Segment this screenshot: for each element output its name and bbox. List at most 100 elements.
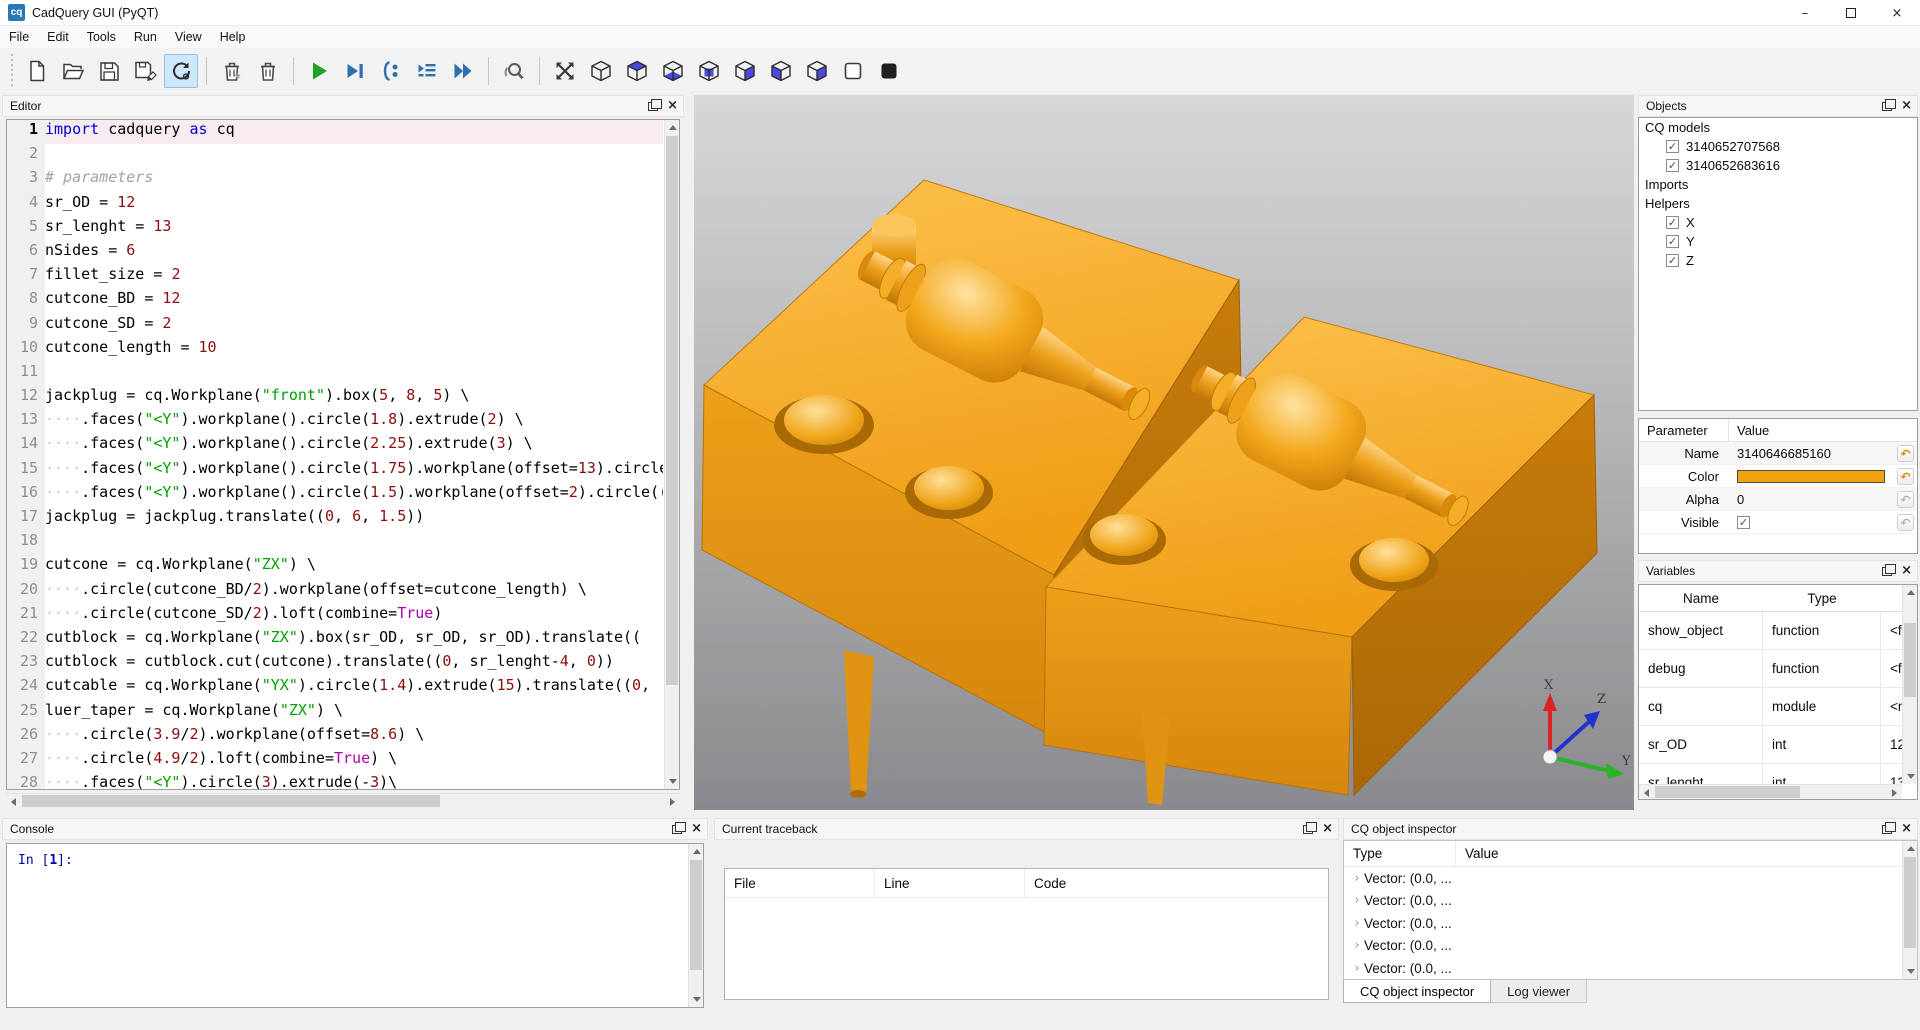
tree-item[interactable]: ✓3140652683616 [1639,156,1917,175]
open-file-button[interactable] [56,54,90,88]
variables-float-icon[interactable] [1882,567,1892,576]
menu-tools[interactable]: Tools [78,28,125,46]
scroll-right-arrow[interactable] [1887,785,1902,800]
menu-file[interactable]: File [0,28,38,46]
property-value[interactable]: 0 [1729,492,1744,507]
checkbox-checked-icon[interactable]: ✓ [1666,254,1679,267]
save-as-button[interactable] [128,54,162,88]
variables-close-icon[interactable]: × [1901,565,1912,577]
variable-row[interactable]: debugfunction<f [1639,650,1902,688]
traceback-float-icon[interactable] [1303,825,1313,834]
tree-group-imports[interactable]: Imports [1639,175,1917,194]
editor-horizontal-scrollbar[interactable] [6,793,680,808]
expand-chevron-icon[interactable]: › [1350,938,1364,953]
objects-close-icon[interactable]: × [1901,100,1912,112]
tab-log-viewer[interactable]: Log viewer [1491,980,1587,1003]
undo-button[interactable]: ↶ [1897,468,1914,485]
cube-iso-button[interactable] [584,54,618,88]
inspector-row[interactable]: ›Vector: (0.0, ... [1344,912,1917,935]
scroll-up-arrow[interactable] [665,120,680,135]
color-swatch[interactable] [1737,470,1885,483]
clear-console-button[interactable] [251,54,285,88]
scroll-down-arrow[interactable] [1903,964,1918,979]
cube-back-button[interactable] [728,54,762,88]
menu-view[interactable]: View [166,28,211,46]
cube-top-button[interactable] [620,54,654,88]
scroll-left-arrow[interactable] [6,794,21,809]
variable-row[interactable]: cqmodule<m [1639,688,1902,726]
visible-checkbox[interactable]: ✓ [1737,516,1750,529]
checkbox-checked-icon[interactable]: ✓ [1666,216,1679,229]
console-vertical-scrollbar[interactable] [688,844,703,1007]
editor-vscroll-thumb[interactable] [666,136,678,685]
render-button[interactable] [164,54,198,88]
console-float-icon[interactable] [672,825,682,834]
scroll-up-arrow[interactable] [1903,841,1918,856]
menu-help[interactable]: Help [211,28,255,46]
variables-vscroll-thumb[interactable] [1904,623,1916,697]
variables-vertical-scrollbar[interactable] [1902,585,1917,784]
expand-chevron-icon[interactable]: › [1350,893,1364,908]
inspector-vertical-scrollbar[interactable] [1902,841,1917,979]
menu-run[interactable]: Run [125,28,166,46]
tree-item[interactable]: ✓X [1639,213,1917,232]
checkbox-checked-icon[interactable]: ✓ [1666,235,1679,248]
save-button[interactable] [92,54,126,88]
code-editor[interactable]: 1234567891011121314151617181920212223242… [6,119,680,790]
new-file-button[interactable] [20,54,54,88]
tree-group-cq-models[interactable]: CQ models [1639,118,1917,137]
tree-item[interactable]: ✓3140652707568 [1639,137,1917,156]
variable-row[interactable]: show_objectfunction<f [1639,612,1902,650]
expand-chevron-icon[interactable]: › [1350,871,1364,886]
3d-viewport[interactable]: X Z Y [694,95,1634,810]
variables-horizontal-scrollbar[interactable] [1639,784,1902,799]
scroll-down-arrow[interactable] [665,774,680,789]
inspector-row[interactable]: ›Vector: (0.0, ... [1344,867,1917,890]
variables-hscroll-thumb[interactable] [1655,786,1800,798]
editor-vertical-scrollbar[interactable] [664,120,679,789]
property-value[interactable]: 3140646685160 [1729,446,1831,461]
console-vscroll-thumb[interactable] [690,860,702,970]
editor-float-icon[interactable] [648,102,658,111]
variable-row[interactable]: sr_lenghtint13 [1639,764,1902,784]
inspector-row[interactable]: ›Vector: (0.0, ... [1344,935,1917,958]
scroll-up-arrow[interactable] [689,844,704,859]
shaded-button[interactable] [872,54,906,88]
tab-cq-object-inspector[interactable]: CQ object inspector [1343,980,1491,1003]
clear-screen-button[interactable] [215,54,249,88]
scroll-up-arrow[interactable] [1903,585,1918,600]
tree-item[interactable]: ✓Z [1639,251,1917,270]
menu-edit[interactable]: Edit [38,28,78,46]
cube-front-button[interactable] [692,54,726,88]
scroll-down-arrow[interactable] [689,992,704,1007]
minimize-button[interactable]: – [1782,0,1828,26]
cube-bottom-button[interactable] [656,54,690,88]
checkbox-checked-icon[interactable]: ✓ [1666,140,1679,153]
expand-chevron-icon[interactable]: › [1350,961,1364,976]
maximize-button[interactable] [1828,0,1874,26]
editor-close-icon[interactable]: × [667,100,678,112]
scroll-left-arrow[interactable] [1639,785,1654,800]
close-button[interactable]: × [1874,0,1920,26]
console-area[interactable]: In [1]: [6,843,704,1008]
expand-chevron-icon[interactable]: › [1350,916,1364,931]
wireframe-button[interactable] [836,54,870,88]
run-button[interactable] [302,54,336,88]
inspector-row[interactable]: ›Vector: (0.0, ... [1344,890,1917,913]
undo-button[interactable]: ↶ [1897,445,1914,462]
cube-left-button[interactable] [764,54,798,88]
debug-button[interactable] [338,54,372,88]
console-close-icon[interactable]: × [691,823,702,835]
traceback-close-icon[interactable]: × [1322,823,1333,835]
inspector-vscroll-thumb[interactable] [1904,857,1916,948]
toggle-breakpoint-button[interactable] [374,54,408,88]
objects-float-icon[interactable] [1882,102,1892,111]
inspector-row[interactable]: ›Vector: (0.0, ... [1344,957,1917,980]
scroll-down-arrow[interactable] [1903,769,1918,784]
screenshot-button[interactable] [497,54,531,88]
tree-group-helpers[interactable]: Helpers [1639,194,1917,213]
toolbar-drag-handle[interactable] [10,54,15,88]
editor-hscroll-thumb[interactable] [22,795,440,807]
step-button[interactable] [410,54,444,88]
checkbox-checked-icon[interactable]: ✓ [1666,159,1679,172]
